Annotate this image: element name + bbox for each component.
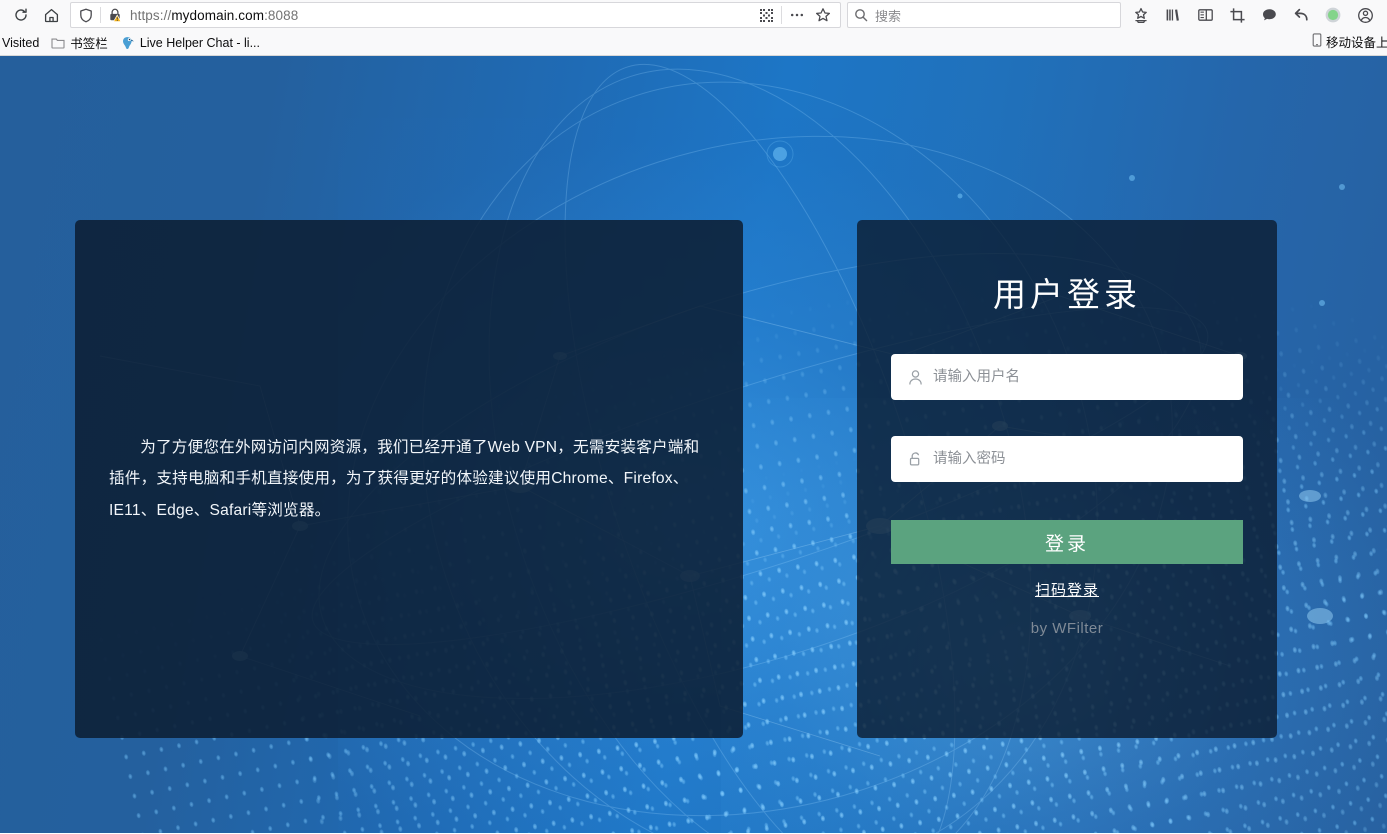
qr-code-icon[interactable] <box>753 4 779 26</box>
bookmark-item-folder[interactable]: 书签栏 <box>45 32 114 54</box>
url-text[interactable]: https://mydomain.com:8088 <box>126 8 753 23</box>
password-input[interactable] <box>933 436 1243 482</box>
url-host: mydomain.com <box>171 8 264 23</box>
page-actions-icon[interactable] <box>784 4 810 26</box>
sidebar-icon[interactable] <box>1189 2 1221 28</box>
web-page: 为了方便您在外网访问内网资源，我们已经开通了Web VPN，无需安装客户端和插件… <box>0 56 1387 833</box>
search-icon <box>854 8 868 22</box>
address-bar[interactable]: https://mydomain.com:8088 <box>70 2 841 28</box>
library-icon[interactable] <box>1157 2 1189 28</box>
parrot-icon <box>120 36 135 50</box>
bookmark-item-visited[interactable]: Visited <box>0 32 45 54</box>
page-content: 为了方便您在外网访问内网资源，我们已经开通了Web VPN，无需安装客户端和插件… <box>0 56 1387 833</box>
bookmark-label: 书签栏 <box>70 33 108 52</box>
username-input[interactable] <box>933 354 1243 400</box>
login-panel: 用户登录 登录 <box>857 220 1277 738</box>
screenshot-icon[interactable] <box>1221 2 1253 28</box>
home-button[interactable] <box>36 2 66 28</box>
bookmark-star-icon[interactable] <box>810 4 836 26</box>
insecure-lock-icon[interactable] <box>104 5 126 25</box>
bookmark-label: Live Helper Chat - li... <box>140 36 260 50</box>
bookmark-label: 移动设备上的 <box>1326 32 1387 51</box>
browser-chrome: https://mydomain.com:8088 <box>0 0 1387 56</box>
mobile-icon <box>1312 33 1322 50</box>
username-field[interactable] <box>891 354 1243 400</box>
navigation-toolbar: https://mydomain.com:8088 <box>0 0 1387 30</box>
password-field[interactable] <box>891 436 1243 482</box>
login-title: 用户登录 <box>857 268 1277 316</box>
url-port: :8088 <box>264 8 298 23</box>
pocket-icon[interactable] <box>1125 2 1157 28</box>
shield-icon[interactable] <box>75 4 97 26</box>
bookmark-item-live-helper-chat[interactable]: Live Helper Chat - li... <box>114 32 266 54</box>
account-icon[interactable] <box>1349 2 1381 28</box>
lock-icon <box>905 449 925 469</box>
status-indicator-icon[interactable] <box>1317 2 1349 28</box>
info-panel-text: 为了方便您在外网访问内网资源，我们已经开通了Web VPN，无需安装客户端和插件… <box>89 432 729 526</box>
qr-login-link[interactable]: 扫码登录 <box>857 579 1277 600</box>
reload-button[interactable] <box>6 2 36 28</box>
bookmarks-bar: Visited 书签栏 Live Helper Chat - li... <box>0 30 1387 56</box>
chat-icon[interactable] <box>1253 2 1285 28</box>
info-panel: 为了方便您在外网访问内网资源，我们已经开通了Web VPN，无需安装客户端和插件… <box>75 220 743 738</box>
search-placeholder: 搜索 <box>875 6 901 25</box>
login-submit-button[interactable]: 登录 <box>891 520 1243 564</box>
bookmark-label: Visited <box>2 36 39 50</box>
undo-icon[interactable] <box>1285 2 1317 28</box>
browser-toolbar-icons <box>1125 2 1381 28</box>
bookmark-item-mobile[interactable]: 移动设备上的 <box>1312 32 1387 51</box>
search-bar[interactable]: 搜索 <box>847 2 1121 28</box>
folder-icon <box>51 36 65 49</box>
vendor-credit: by WFilter <box>857 620 1277 637</box>
url-scheme: https:// <box>130 8 171 23</box>
user-icon <box>905 367 925 387</box>
urlbar-actions <box>753 4 836 26</box>
urlbar-separator <box>100 7 101 23</box>
urlbar-action-divider <box>781 6 782 24</box>
